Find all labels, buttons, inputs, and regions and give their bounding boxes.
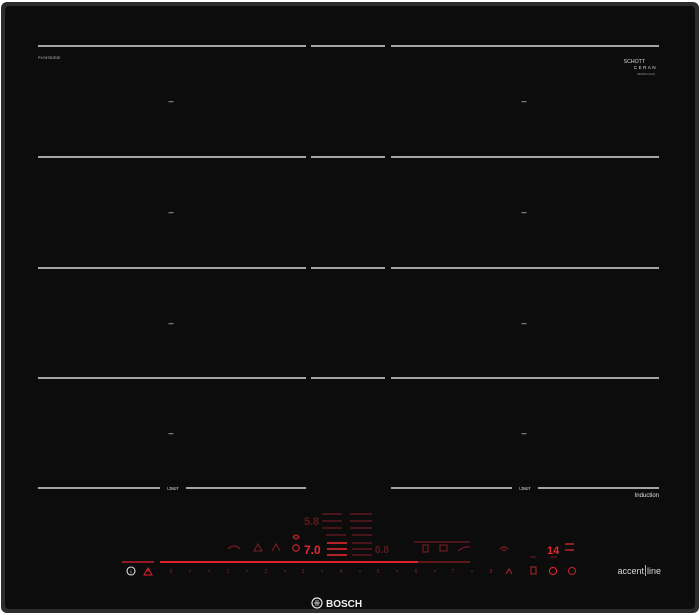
info-icon: i (130, 570, 131, 576)
scale-mark[interactable]: 3 (302, 569, 305, 575)
scale-mark[interactable]: 8 (490, 569, 493, 575)
induction-label: Induction (635, 493, 659, 499)
scale-mark[interactable]: 4 (340, 569, 343, 575)
accent-line-logo: accent line (617, 565, 661, 576)
glass-surface (5, 6, 695, 609)
zone-marker: – (168, 96, 173, 106)
zone-marker: – (168, 207, 173, 217)
line-word: line (647, 566, 661, 576)
model-code: PXY875DE3E (38, 56, 61, 60)
scale-mark[interactable]: 1 (227, 569, 230, 575)
zone-marker: – (168, 318, 173, 328)
scale-mark[interactable]: 6 (415, 569, 418, 575)
timer-display: 14 (547, 545, 560, 557)
scale-mark[interactable]: 0 (170, 569, 173, 575)
power-level-display: 7.0 (304, 543, 321, 557)
zone-marker: – (521, 96, 526, 106)
cooktop: – – – – – – – – ʟɪɴᴜᴛ ʟɪɴᴜᴛ PXY875DE3E S… (0, 0, 700, 615)
zone-marker: – (168, 428, 173, 438)
brand-name: BOSCH (326, 599, 362, 610)
accent-word: accent (617, 566, 644, 576)
scale-mark[interactable]: 5 (377, 569, 380, 575)
mid-display-value: 0.8 (375, 545, 389, 556)
scale-mark[interactable]: 7 (452, 569, 455, 575)
ceran-subtext: CERAN-GLAS (637, 72, 655, 76)
top-display-value: 5.8 (304, 516, 319, 528)
flex-zone-label-left: ʟɪɴᴜᴛ (167, 486, 179, 492)
zone-marker: – (521, 428, 526, 438)
zone-marker: – (521, 207, 526, 217)
scale-mark[interactable]: 2 (265, 569, 268, 575)
flex-zone-label-right: ʟɪɴᴜᴛ (519, 486, 531, 492)
ceran-text: CERAN (634, 65, 657, 70)
zone-marker: – (521, 318, 526, 328)
